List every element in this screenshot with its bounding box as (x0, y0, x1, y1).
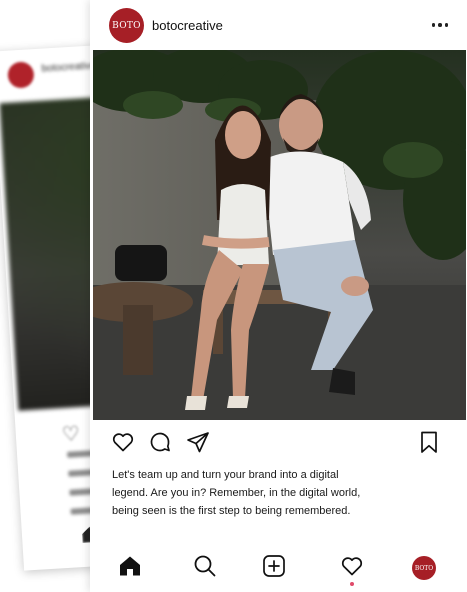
comment-icon[interactable] (148, 430, 172, 459)
heart-icon[interactable] (111, 430, 135, 459)
notification-dot (350, 582, 354, 586)
post-username[interactable]: botocreative (152, 18, 223, 33)
activity-heart-icon[interactable] (340, 554, 364, 583)
background-post-avatar (7, 61, 35, 89)
bookmark-icon[interactable] (418, 430, 440, 459)
profile-avatar-nav[interactable]: BOTO (412, 556, 436, 580)
search-icon[interactable] (193, 554, 217, 583)
share-icon[interactable] (186, 430, 210, 459)
caption-line: being seen is the first step to being re… (112, 505, 351, 517)
caption-line: legend. Are you in? Remember, in the dig… (112, 487, 361, 499)
post-actions (90, 430, 467, 460)
post-photo[interactable] (93, 50, 466, 420)
post-caption: Let's team up and turn your brand into a… (112, 466, 402, 520)
avatar-text: BOTO (112, 20, 141, 31)
add-post-icon[interactable] (262, 554, 286, 583)
more-horizontal-icon[interactable] (430, 18, 450, 32)
profile-avatar[interactable]: BOTO (109, 8, 144, 43)
post-card: BOTO botocreative Let's team up and turn… (90, 0, 467, 592)
home-icon[interactable] (118, 554, 142, 583)
background-heart-icon: ♡ (61, 423, 81, 447)
background-post-username: botocreative (41, 60, 97, 75)
nav-avatar-text: BOTO (414, 564, 434, 572)
bottom-nav: BOTO (90, 548, 467, 588)
caption-line: Let's team up and turn your brand into a… (112, 469, 339, 481)
